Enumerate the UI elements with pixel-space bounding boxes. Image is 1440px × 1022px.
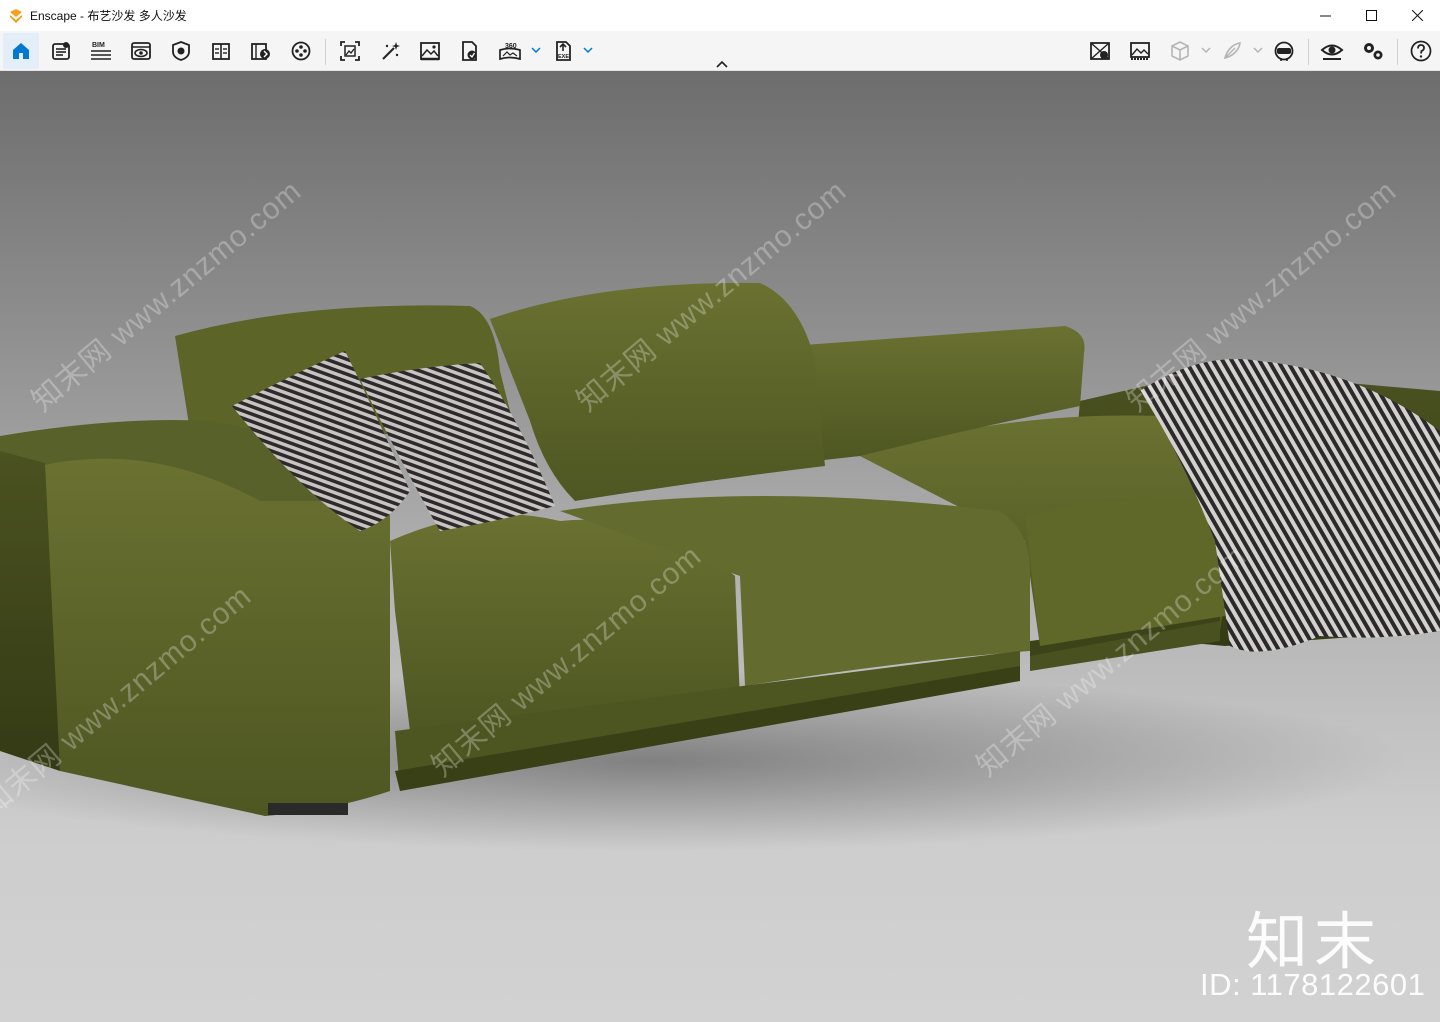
export-exe-button[interactable]: EXE bbox=[546, 33, 582, 69]
render-viewport[interactable]: 知末网 www.znzmo.com 知末网 www.znzmo.com 知末网 … bbox=[0, 71, 1440, 1022]
eye-icon bbox=[1320, 44, 1344, 60]
material-library-button[interactable] bbox=[203, 33, 239, 69]
chevron-up-icon bbox=[716, 60, 728, 68]
help-button[interactable] bbox=[1403, 33, 1439, 69]
screenshot-icon bbox=[340, 41, 360, 61]
feather-icon bbox=[1223, 42, 1241, 60]
cube-button[interactable] bbox=[1162, 33, 1198, 69]
title-bar: Enscape - 布艺沙发 多人沙发 bbox=[0, 0, 1440, 31]
panorama-button[interactable]: 360 bbox=[492, 33, 528, 69]
panorama-dropdown-chevron-icon[interactable] bbox=[531, 45, 541, 55]
video-editor-icon bbox=[251, 43, 270, 60]
notes-button[interactable] bbox=[43, 33, 79, 69]
exe-label: EXE bbox=[558, 54, 569, 60]
gallery-button[interactable] bbox=[1122, 33, 1158, 69]
magic-wand-button[interactable] bbox=[372, 33, 408, 69]
book-icon bbox=[212, 43, 230, 60]
toolbar-separator bbox=[325, 39, 326, 65]
window-title: Enscape - 布艺沙发 多人沙发 bbox=[30, 9, 187, 23]
export-dropdown-chevron-icon[interactable] bbox=[583, 45, 593, 55]
film-reel-icon bbox=[291, 41, 311, 61]
toolbar-separator-right bbox=[1308, 39, 1309, 65]
settings-button[interactable] bbox=[1355, 33, 1391, 69]
home-icon bbox=[13, 43, 29, 59]
film-reel-button[interactable] bbox=[283, 33, 319, 69]
vr-button[interactable] bbox=[1266, 33, 1302, 69]
notes-icon bbox=[52, 42, 70, 60]
feather-button[interactable] bbox=[1214, 33, 1250, 69]
enscape-logo-icon bbox=[10, 8, 22, 23]
cube-icon bbox=[1171, 41, 1189, 61]
screenshot-button[interactable] bbox=[332, 33, 368, 69]
image-gallery-icon bbox=[1130, 42, 1150, 60]
vr-headset-icon bbox=[1274, 41, 1294, 61]
bim-icon: BIM bbox=[91, 42, 111, 60]
bim-label: BIM bbox=[92, 42, 105, 49]
cube-dropdown-chevron-icon[interactable] bbox=[1201, 45, 1211, 55]
home-button[interactable] bbox=[3, 33, 39, 69]
magic-wand-icon bbox=[382, 42, 400, 60]
map-pin-icon bbox=[1090, 42, 1110, 60]
feather-dropdown-chevron-icon[interactable] bbox=[1253, 45, 1263, 55]
help-icon bbox=[1410, 40, 1432, 62]
toolbar-separator-help bbox=[1397, 39, 1398, 65]
map-button[interactable] bbox=[1082, 33, 1118, 69]
view-eye-icon bbox=[131, 42, 151, 60]
settings-gears-icon bbox=[1364, 43, 1383, 60]
sun-shield-icon bbox=[172, 41, 190, 61]
minimize-icon bbox=[1319, 15, 1331, 17]
bim-button[interactable]: BIM bbox=[83, 33, 119, 69]
image-button[interactable] bbox=[412, 33, 448, 69]
close-button[interactable] bbox=[1394, 0, 1440, 31]
minimize-button[interactable] bbox=[1302, 0, 1348, 31]
batch-render-button[interactable] bbox=[452, 33, 488, 69]
export-exe-icon: EXE bbox=[556, 41, 571, 61]
view-button[interactable] bbox=[123, 33, 159, 69]
image-icon bbox=[420, 42, 440, 61]
batch-render-icon bbox=[462, 41, 477, 61]
panorama-360-icon: 360 bbox=[499, 43, 521, 61]
visibility-button[interactable] bbox=[1314, 33, 1350, 69]
maximize-button[interactable] bbox=[1348, 0, 1394, 31]
maximize-icon bbox=[1365, 10, 1377, 21]
collapse-toolbar-button[interactable] bbox=[712, 57, 732, 71]
video-editor-button[interactable] bbox=[243, 33, 279, 69]
atmosphere-button[interactable] bbox=[163, 33, 199, 69]
asset-id-label: ID: 1178122601 bbox=[1200, 967, 1426, 1002]
close-icon bbox=[1411, 10, 1423, 21]
